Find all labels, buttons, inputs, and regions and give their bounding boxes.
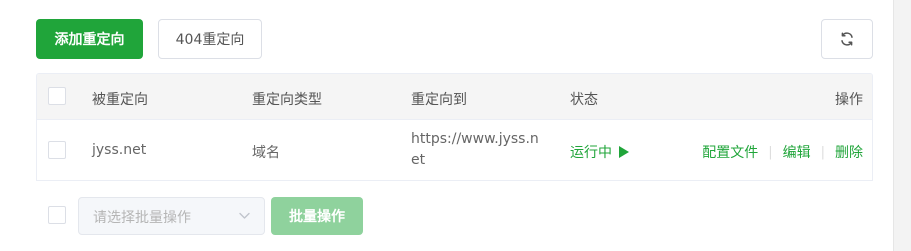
row-target: https://www.jyss.n et [411, 129, 539, 171]
404-redirect-button[interactable]: 404重定向 [158, 19, 262, 59]
config-file-link[interactable]: 配置文件 [702, 142, 758, 162]
row-checkbox[interactable] [48, 141, 66, 159]
add-redirect-button[interactable]: 添加重定向 [36, 19, 143, 59]
delete-link[interactable]: 删除 [835, 142, 863, 162]
row-target-line-2: et [411, 152, 426, 168]
batch-operation-select[interactable]: 请选择批量操作 [78, 197, 265, 235]
batch-select-placeholder: 请选择批量操作 [93, 210, 191, 226]
table-header: 被重定向 重定向类型 重定向到 状态 操作 [37, 74, 872, 120]
play-icon [619, 146, 629, 158]
batch-operation-button[interactable]: 批量操作 [271, 197, 363, 235]
edit-link[interactable]: 编辑 [783, 142, 811, 162]
status-toggle[interactable]: 运行中 [570, 142, 630, 162]
row-source: jyss.net [92, 142, 147, 158]
table-row: jyss.net 域名 https://www.jyss.n et 运行中 配置… [37, 120, 872, 180]
row-type: 域名 [252, 145, 280, 161]
batch-select-checkbox[interactable] [48, 206, 66, 224]
redirect-table: 被重定向 重定向类型 重定向到 状态 操作 jyss.net 域名 https:… [36, 73, 873, 181]
select-all-checkbox[interactable] [48, 87, 66, 105]
action-separator: | [768, 144, 773, 160]
row-target-line-1: https://www.jyss.n [411, 131, 539, 147]
page-edge-scrollbar [893, 0, 911, 251]
header-actions: 操作 [835, 92, 863, 108]
refresh-button[interactable] [821, 19, 873, 59]
header-type: 重定向类型 [252, 92, 322, 108]
action-separator: | [820, 144, 825, 160]
status-label: 运行中 [570, 145, 612, 161]
row-actions: 配置文件 | 编辑 | 删除 [702, 142, 863, 162]
chevron-down-icon [239, 212, 250, 219]
header-status: 状态 [570, 92, 598, 108]
header-source: 被重定向 [92, 92, 148, 108]
refresh-icon [841, 32, 853, 46]
header-target: 重定向到 [411, 92, 467, 108]
